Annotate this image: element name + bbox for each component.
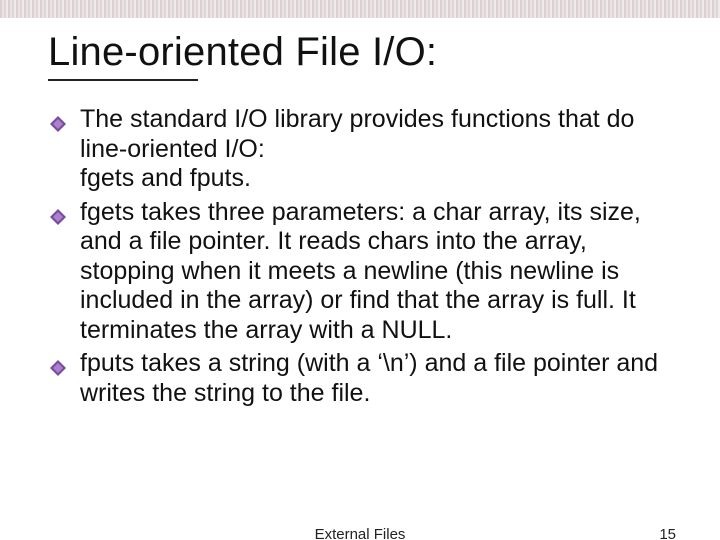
page-title: Line-oriented File I/O: (48, 30, 672, 75)
list-item: fputs takes a string (with a ‘\n’) and a… (80, 349, 672, 408)
footer-title: External Files (315, 526, 406, 540)
diamond-bullet-icon (50, 354, 66, 370)
bullet-text: fgets takes three parameters: a char arr… (80, 198, 641, 344)
diamond-bullet-icon (50, 203, 66, 219)
title-underline (48, 79, 198, 81)
list-item: The standard I/O library provides functi… (80, 105, 672, 194)
page-number: 15 (659, 526, 676, 540)
bullet-list: The standard I/O library provides functi… (48, 105, 672, 408)
top-texture-bar (0, 0, 720, 18)
diamond-bullet-icon (50, 110, 66, 126)
bullet-text: fputs takes a string (with a ‘\n’) and a… (80, 349, 658, 407)
list-item: fgets takes three parameters: a char arr… (80, 198, 672, 346)
bullet-text: The standard I/O library provides functi… (80, 105, 634, 192)
slide-content: Line-oriented File I/O: The standard I/O… (0, 0, 720, 408)
